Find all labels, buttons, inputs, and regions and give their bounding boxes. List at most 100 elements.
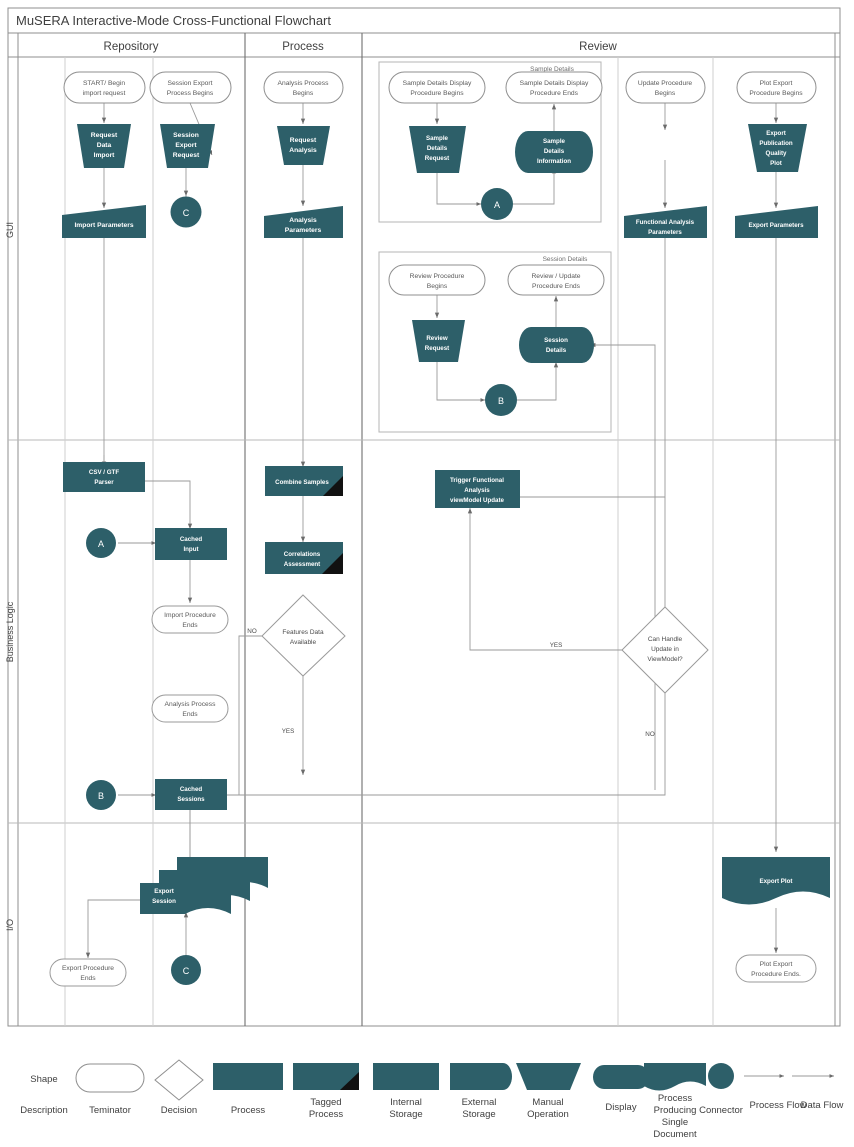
svg-text:ViewModel?: ViewModel?: [647, 656, 683, 663]
node-export-ends[interactable]: Export Procedure Ends: [49, 958, 127, 987]
node-review-update-ends[interactable]: Review / Update Procedure Ends: [507, 264, 605, 296]
node-sample-details-information[interactable]: Sample Details Information: [515, 131, 593, 173]
svg-text:Analysis: Analysis: [289, 217, 317, 224]
legend-shape-process: [213, 1063, 283, 1090]
svg-text:Export: Export: [175, 142, 197, 149]
node-trigger-viewmodel-update[interactable]: Trigger Functional Analysis viewModel Up…: [435, 470, 520, 508]
node-request-data-import[interactable]: Request Data Import: [77, 124, 131, 168]
svg-text:Export Procedure: Export Procedure: [62, 965, 114, 972]
connector-b-bl[interactable]: B: [86, 780, 116, 810]
svg-text:Internal: Internal: [390, 1097, 422, 1108]
node-cached-input[interactable]: Cached Input: [155, 528, 227, 560]
legend-label-decision: Decision: [161, 1105, 197, 1116]
node-review-begins[interactable]: Review Procedure Begins: [388, 264, 486, 296]
svg-text:Parameters: Parameters: [648, 229, 682, 236]
svg-text:Request: Request: [91, 132, 118, 139]
node-update-begins[interactable]: Update Procedure Begins: [625, 71, 706, 104]
node-cached-sessions[interactable]: Cached Sessions: [155, 779, 227, 810]
node-label: Export Plot: [759, 878, 792, 885]
svg-text:Request: Request: [425, 155, 449, 162]
node-export-session[interactable]: Export Session: [140, 857, 268, 914]
svg-text:Update Procedure: Update Procedure: [638, 80, 693, 87]
svg-text:Begins: Begins: [427, 283, 448, 290]
svg-text:Functional Analysis: Functional Analysis: [636, 219, 695, 226]
legend-shape-manual-operation: [516, 1063, 581, 1090]
connector-c-gui[interactable]: C: [170, 196, 202, 228]
svg-text:Plot Export: Plot Export: [760, 80, 793, 87]
row-label-business-logic: Business Logic: [5, 601, 15, 662]
node-label: START/ Begin: [83, 80, 125, 87]
edge-label-yes-1: YES: [282, 728, 295, 735]
node-export-pub-plot[interactable]: Export Publication Quality Plot: [748, 124, 807, 172]
node-plot-export-ends[interactable]: Plot Export Procedure Ends.: [735, 954, 817, 983]
connector-label: C: [183, 208, 190, 218]
flowchart-canvas: MuSERA Interactive-Mode Cross-Functional…: [5, 7, 844, 1140]
node-export-parameters[interactable]: Export Parameters: [735, 206, 818, 238]
node-csv-gtf-parser[interactable]: CSV / GTF Parser: [63, 462, 145, 492]
lane-header-process: Process: [282, 41, 324, 53]
node-sample-details-request[interactable]: Sample Details Request: [409, 126, 466, 173]
node-features-data-available[interactable]: Features Data Available: [261, 594, 346, 677]
svg-text:Details: Details: [427, 145, 448, 152]
legend-label-connector: Connector: [699, 1105, 743, 1116]
svg-text:Sessions: Sessions: [177, 796, 205, 803]
svg-text:Quality: Quality: [766, 150, 788, 157]
svg-text:Session: Session: [173, 132, 199, 139]
svg-text:Cached: Cached: [180, 786, 203, 793]
svg-text:Analysis: Analysis: [289, 147, 317, 154]
node-import-ends[interactable]: Import Procedure Ends: [151, 605, 229, 634]
node-functional-analysis-parameters[interactable]: Functional Analysis Parameters: [624, 206, 707, 238]
svg-text:Update in: Update in: [651, 646, 679, 653]
svg-text:Process: Process: [658, 1093, 693, 1104]
svg-text:Trigger Functional: Trigger Functional: [450, 477, 504, 484]
connector-a-gui[interactable]: A: [481, 188, 513, 220]
node-analysis-ends[interactable]: Analysis Process Ends: [151, 694, 229, 723]
node-session-export-begins[interactable]: Session Export Process Begins: [149, 71, 232, 104]
node-import-parameters[interactable]: Import Parameters: [62, 205, 146, 238]
svg-text:Features Data: Features Data: [282, 629, 324, 636]
node-sample-display-ends[interactable]: Sample Details Display Procedure Ends: [505, 71, 603, 104]
svg-text:Begins: Begins: [655, 90, 676, 97]
node-request-analysis[interactable]: Request Analysis: [277, 126, 330, 165]
svg-text:C: C: [183, 966, 190, 976]
svg-text:Analysis Process: Analysis Process: [278, 80, 330, 87]
node-session-export-request[interactable]: Session Export Request: [160, 124, 215, 168]
svg-text:Parser: Parser: [94, 479, 114, 486]
legend-label-process-flow: Process Flow: [749, 1100, 806, 1111]
node-session-details[interactable]: Session Details: [519, 327, 594, 363]
svg-text:A: A: [494, 200, 500, 210]
node-plot-export-begins[interactable]: Plot Export Procedure Begins: [736, 71, 817, 104]
svg-text:Request: Request: [290, 137, 317, 144]
svg-text:Analysis Process: Analysis Process: [165, 701, 217, 708]
svg-text:Tagged: Tagged: [310, 1097, 341, 1108]
node-analysis-begins[interactable]: Analysis Process Begins: [263, 71, 344, 104]
node-combine-samples[interactable]: Combine Samples: [265, 466, 343, 496]
legend-shape-tagged-process: [293, 1063, 359, 1090]
node-analysis-parameters[interactable]: Analysis Parameters: [264, 206, 343, 238]
svg-text:Data: Data: [97, 142, 112, 149]
svg-text:Document: Document: [653, 1129, 697, 1140]
node-sample-display-begins[interactable]: Sample Details Display Procedure Begins: [388, 71, 486, 104]
node-can-handle-update[interactable]: Can Handle Update in ViewModel?: [621, 606, 709, 694]
connector-b-gui[interactable]: B: [485, 384, 517, 416]
svg-text:Manual: Manual: [532, 1097, 563, 1108]
svg-text:Procedure Ends: Procedure Ends: [530, 90, 579, 97]
legend-label-display: Display: [605, 1102, 636, 1113]
node-start-import[interactable]: START/ Begin import request: [63, 71, 146, 104]
connector-c-io[interactable]: C: [171, 955, 201, 985]
svg-text:Procedure Begins: Procedure Begins: [410, 90, 464, 97]
node-correlations-assessment[interactable]: Correlations Assessment: [265, 542, 343, 574]
svg-text:Ends: Ends: [80, 975, 96, 982]
svg-text:CSV / GTF: CSV / GTF: [89, 469, 119, 476]
svg-text:Procedure Ends: Procedure Ends: [532, 283, 581, 290]
connector-a-bl[interactable]: A: [86, 528, 116, 558]
node-export-plot[interactable]: Export Plot: [722, 857, 830, 905]
svg-text:Storage: Storage: [462, 1109, 495, 1120]
svg-text:Review: Review: [426, 335, 448, 342]
svg-text:Session: Session: [544, 337, 568, 344]
svg-text:Analysis: Analysis: [464, 487, 490, 494]
node-review-request[interactable]: Review Request: [412, 320, 465, 362]
svg-text:Correlations: Correlations: [284, 551, 321, 558]
svg-text:Procedure Ends.: Procedure Ends.: [751, 971, 801, 978]
svg-text:Single: Single: [662, 1117, 688, 1128]
